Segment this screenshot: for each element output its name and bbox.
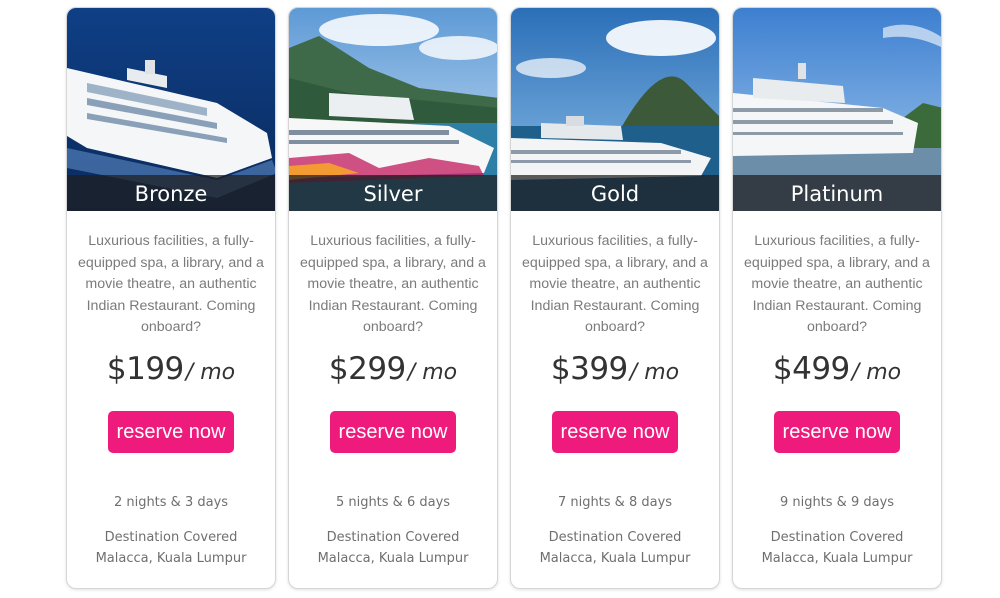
plan-duration: 5 nights & 6 days — [335, 495, 451, 510]
destination-label: Destination Covered — [548, 530, 682, 545]
pricing-card-gold: Gold Luxurious facilities, a fully-equip… — [510, 7, 720, 589]
plan-description: Luxurious facilities, a fully-equipped s… — [522, 233, 708, 336]
price-amount: $499 — [772, 351, 850, 387]
destination-info: Destination Covered Malacca, Kuala Lumpu… — [733, 527, 941, 569]
cruise-ship-image: Gold — [511, 8, 719, 211]
reserve-now-button[interactable]: reserve now — [329, 411, 457, 453]
cruise-ship-image: Bronze — [67, 8, 275, 211]
destination-info: Destination Covered Malacca, Kuala Lumpu… — [67, 527, 275, 569]
pricing-card-bronze: Bronze Luxurious facilities, a fully-equ… — [66, 7, 276, 589]
price-amount: $199 — [106, 351, 184, 387]
price-amount: $299 — [328, 351, 406, 387]
reserve-now-button[interactable]: reserve now — [773, 411, 901, 453]
plan-description: Luxurious facilities, a fully-equipped s… — [744, 233, 930, 336]
destination-label: Destination Covered — [104, 530, 238, 545]
price-period: / mo — [629, 360, 680, 385]
destination-value: Malacca, Kuala Lumpur — [317, 551, 469, 566]
destination-info: Destination Covered Malacca, Kuala Lumpu… — [511, 527, 719, 569]
destination-value: Malacca, Kuala Lumpur — [761, 551, 913, 566]
pricing-card-platinum: Platinum Luxurious facilities, a fully-e… — [732, 7, 942, 589]
price-amount: $399 — [550, 351, 628, 387]
pricing-cards: Bronze Luxurious facilities, a fully-equ… — [66, 7, 942, 589]
plan-price: $299/ mo — [289, 351, 497, 395]
plan-description: Luxurious facilities, a fully-equipped s… — [78, 233, 264, 336]
plan-price: $399/ mo — [511, 351, 719, 395]
cruise-ship-image: Silver — [289, 8, 497, 211]
reserve-now-button[interactable]: reserve now — [551, 411, 679, 453]
price-period: / mo — [851, 360, 902, 385]
pricing-card-silver: Silver Luxurious facilities, a fully-equ… — [288, 7, 498, 589]
tier-name: Bronze — [67, 175, 275, 211]
reserve-now-button[interactable]: reserve now — [107, 411, 235, 453]
tier-name: Gold — [511, 175, 719, 211]
destination-value: Malacca, Kuala Lumpur — [95, 551, 247, 566]
plan-duration: 2 nights & 3 days — [113, 495, 229, 510]
price-period: / mo — [407, 360, 458, 385]
plan-duration: 7 nights & 8 days — [557, 495, 673, 510]
destination-value: Malacca, Kuala Lumpur — [539, 551, 691, 566]
destination-label: Destination Covered — [326, 530, 460, 545]
plan-price: $199/ mo — [67, 351, 275, 395]
plan-description: Luxurious facilities, a fully-equipped s… — [300, 233, 486, 336]
destination-label: Destination Covered — [770, 530, 904, 545]
price-period: / mo — [185, 360, 236, 385]
destination-info: Destination Covered Malacca, Kuala Lumpu… — [289, 527, 497, 569]
plan-price: $499/ mo — [733, 351, 941, 395]
cruise-ship-image: Platinum — [733, 8, 941, 211]
tier-name: Platinum — [733, 175, 941, 211]
tier-name: Silver — [289, 175, 497, 211]
plan-duration: 9 nights & 9 days — [779, 495, 895, 510]
